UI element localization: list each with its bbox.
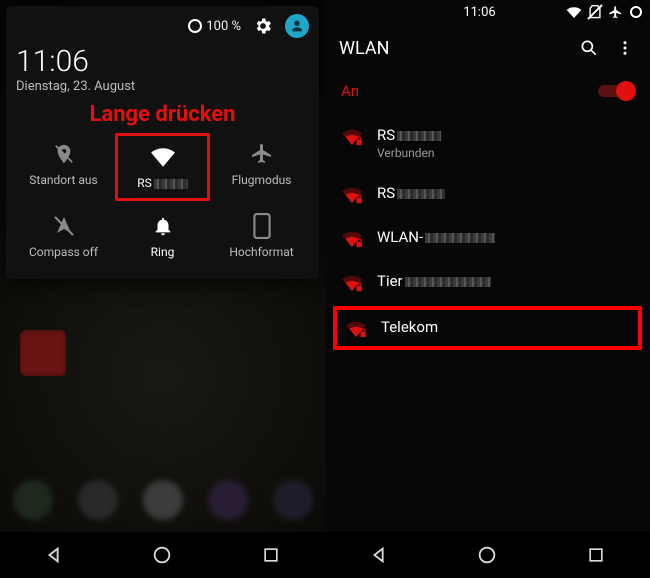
phone-right: 11:06 WLAN An	[325, 0, 650, 578]
wifi-network-name: Telekom	[381, 318, 438, 336]
dock	[0, 470, 325, 530]
wifi-icon	[150, 144, 176, 170]
quick-tile-wifi[interactable]: RS	[115, 133, 210, 201]
bell-icon	[152, 213, 174, 239]
gear-icon	[253, 16, 273, 36]
wifi-signal-icon	[341, 186, 363, 204]
wifi-network-text: Telekom	[381, 318, 438, 336]
quick-tile-airplane[interactable]: Flugmodus	[214, 133, 309, 201]
wifi-signal-icon	[341, 128, 363, 146]
compass-off-icon	[52, 213, 76, 239]
wifi-network-name: Tier	[377, 272, 491, 290]
nav-home[interactable]	[473, 541, 501, 569]
dock-app[interactable]	[208, 480, 248, 520]
overflow-menu[interactable]	[614, 39, 636, 57]
status-time: 11:06	[393, 5, 566, 20]
nav-bar	[0, 532, 325, 578]
square-recent-icon	[261, 545, 281, 565]
quick-tile-label: Flugmodus	[232, 173, 292, 187]
wifi-network-name: WLAN-	[377, 228, 495, 246]
circle-home-icon	[151, 544, 173, 566]
phone-left: 100 % 11:06 Dienstag, 23. August Lange d…	[0, 0, 325, 578]
nav-recent[interactable]	[257, 541, 285, 569]
quick-tile-label: Standort aus	[29, 173, 97, 187]
triangle-back-icon	[368, 544, 390, 566]
page-title: WLAN	[339, 38, 564, 59]
wifi-master-switch-row[interactable]: An	[325, 72, 650, 110]
quick-tile-label: RS	[137, 176, 188, 190]
dock-apps-button[interactable]	[143, 480, 183, 520]
settings-button[interactable]	[253, 16, 273, 36]
quick-tile-portrait[interactable]: Hochformat	[214, 205, 309, 267]
panel-date: Dienstag, 23. August	[16, 79, 309, 94]
quick-settings-panel: 100 % 11:06 Dienstag, 23. August Lange d…	[6, 6, 319, 279]
dock-app[interactable]	[13, 480, 53, 520]
wifi-signal-icon	[341, 274, 363, 292]
more-vert-icon	[616, 39, 634, 57]
nav-back[interactable]	[365, 541, 393, 569]
wifi-network-item[interactable]: WLAN-	[325, 216, 650, 260]
panel-clock: 11:06	[16, 44, 309, 79]
wifi-signal-icon	[341, 230, 363, 248]
quick-tile-label: Hochformat	[229, 245, 293, 259]
battery-percent: 100 %	[206, 19, 241, 34]
airplane-icon	[250, 141, 274, 167]
wifi-network-text: Tier	[377, 272, 491, 290]
wifi-network-name: RS	[377, 184, 445, 202]
wifi-network-item[interactable]: RS Verbunden	[325, 114, 650, 172]
wifi-network-text: RS Verbunden	[377, 126, 441, 160]
search-button[interactable]	[578, 38, 600, 58]
status-icons	[566, 5, 642, 20]
wifi-network-text: WLAN-	[377, 228, 495, 246]
panel-status-row: 100 %	[16, 14, 309, 38]
airplane-icon	[608, 5, 623, 20]
wifi-network-name: RS	[377, 126, 441, 144]
status-bar: 11:06	[325, 0, 650, 24]
quick-tile-label: Compass off	[29, 245, 98, 259]
nav-bar	[325, 532, 650, 578]
battery-ring-icon	[188, 19, 202, 33]
quick-tile-bell[interactable]: Ring	[115, 205, 210, 267]
switch-knob	[616, 81, 636, 101]
nav-home[interactable]	[148, 541, 176, 569]
wifi-network-item[interactable]: Tier	[325, 260, 650, 304]
home-app-icon[interactable]	[20, 330, 66, 376]
wifi-icon	[566, 6, 582, 18]
quick-tile-label: Ring	[151, 245, 175, 259]
wifi-network-item[interactable]: RS	[325, 172, 650, 216]
square-recent-icon	[586, 545, 606, 565]
wifi-switch-label: An	[341, 82, 359, 100]
triangle-back-icon	[43, 544, 65, 566]
quick-tile-compass-off[interactable]: Compass off	[16, 205, 111, 267]
nav-recent[interactable]	[582, 541, 610, 569]
wifi-signal-icon	[345, 320, 367, 338]
toolbar: WLAN	[325, 24, 650, 72]
battery-ring-icon	[630, 6, 642, 18]
wifi-network-list: RS Verbunden RS WLAN- Tier Telekom	[325, 110, 650, 356]
wifi-network-status: Verbunden	[377, 146, 441, 160]
annotation-text: Lange drücken	[16, 102, 309, 127]
circle-home-icon	[476, 544, 498, 566]
search-icon	[579, 38, 599, 58]
person-icon	[289, 18, 305, 34]
user-avatar[interactable]	[285, 14, 309, 38]
location-off-icon	[53, 141, 75, 167]
no-sim-icon	[589, 5, 601, 19]
wifi-network-item[interactable]: Telekom	[333, 306, 642, 350]
dock-app[interactable]	[78, 480, 118, 520]
quick-tiles-grid: Standort aus RS Flugmodus Compass off Ring Ho…	[16, 133, 309, 267]
wifi-network-text: RS	[377, 184, 445, 202]
battery-indicator: 100 %	[188, 19, 241, 34]
quick-tile-location-off[interactable]: Standort aus	[16, 133, 111, 201]
wifi-switch[interactable]	[598, 82, 634, 100]
nav-back[interactable]	[40, 541, 68, 569]
dock-app[interactable]	[273, 480, 313, 520]
portrait-icon	[253, 213, 271, 239]
